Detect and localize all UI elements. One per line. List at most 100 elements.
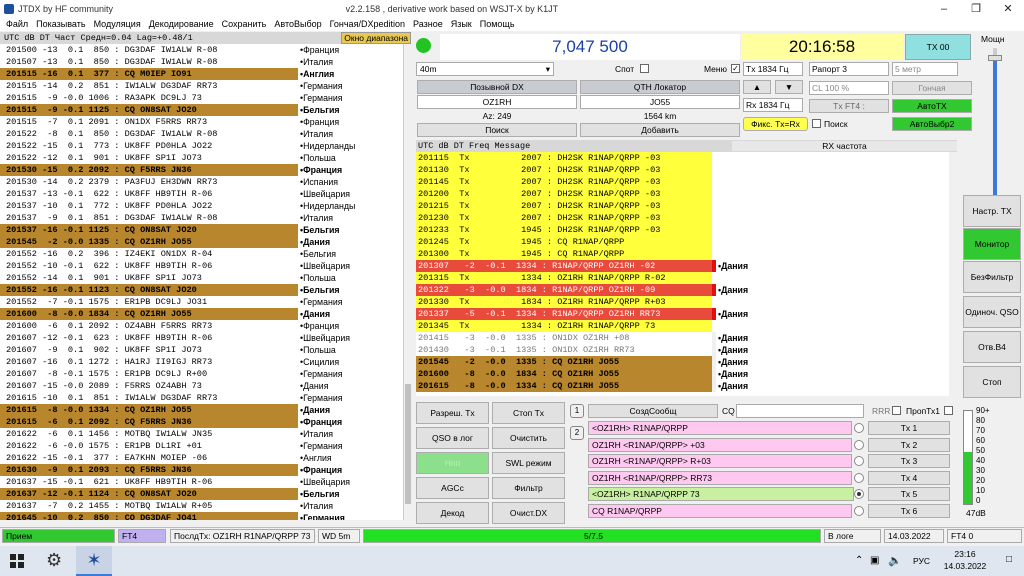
right-button[interactable]: Настр. TX	[963, 195, 1021, 227]
control-button[interactable]: SWL режим	[492, 452, 565, 474]
fix-tx-rx-button[interactable]: Фикс. Tx=Rx	[743, 117, 808, 131]
input-language[interactable]: РУС	[913, 556, 930, 566]
hound-button[interactable]: Гончая	[892, 81, 972, 95]
band-row[interactable]: 201515 -14 0.2 851 : IW1ALW DG3DAF RR73 •…	[0, 80, 403, 92]
control-button[interactable]: Декод	[416, 502, 489, 524]
tx-radio[interactable]	[854, 505, 864, 516]
traffic-row[interactable]: 201215 Tx 2007 : DH2SK R1NAP/QRPP -03	[416, 200, 957, 212]
band-row[interactable]: 201545 -2 -0.0 1335 : CQ OZ1RH JO55 •Дани…	[0, 236, 403, 248]
control-button[interactable]: Очист.DX	[492, 502, 565, 524]
tx-message-field[interactable]: OZ1RH <R1NAP/QRPP> +03	[588, 437, 852, 452]
tx-radio[interactable]	[854, 472, 864, 483]
tx-radio[interactable]	[854, 439, 864, 450]
tab-1[interactable]: 1	[570, 404, 584, 418]
jtdx-app-icon[interactable]: ✶	[76, 546, 112, 576]
rx-frequency-spinbox[interactable]: Rx 1834 Гц	[743, 98, 803, 112]
band-row[interactable]: 201622 -6 -0.0 1575 : ER1PB DL1RI +01 •Ге…	[0, 440, 403, 452]
traffic-row[interactable]: 201200 Tx 2007 : DH2SK R1NAP/QRPP -03	[416, 188, 957, 200]
tx-message-field[interactable]: <OZ1RH> R1NAP/QRPP 73	[588, 487, 854, 501]
tx-ft4-button[interactable]: Tx FT4 :	[809, 99, 889, 113]
traffic-row[interactable]: 201145 Tx 2007 : DH2SK R1NAP/QRPP -03	[416, 176, 957, 188]
generate-messages-button[interactable]: СоздСообщ	[588, 404, 718, 418]
tx-message-field[interactable]: OZ1RH <R1NAP/QRPP> R+03	[588, 454, 852, 468]
traffic-row[interactable]: 201330 Tx 1834 : OZ1RH R1NAP/QRPP R+03	[416, 296, 957, 308]
traffic-row[interactable]: 201322 -3 -0.0 1834 : R1NAP/QRPP OZ1RH -…	[416, 284, 957, 296]
band-select[interactable]: 40m ▾	[416, 62, 554, 76]
menu-item[interactable]: Показывать	[32, 19, 89, 29]
band-row[interactable]: 201522 -8 0.1 850 : DG3DAF IW1ALW R-08 •И…	[0, 128, 403, 140]
traffic-row[interactable]: 201245 Tx 1945 : CQ R1NAP/QRPP	[416, 236, 957, 248]
tray-date[interactable]: 14.03.2022	[936, 561, 994, 571]
traffic-row[interactable]: 201345 Tx 1334 : OZ1RH R1NAP/QRPP 73	[416, 320, 957, 332]
rx-frequency-list[interactable]: 201115 Tx 2007 : DH2SK R1NAP/QRPP -03 201…	[416, 152, 957, 396]
arrow-down-icon[interactable]: ▼	[775, 80, 803, 94]
band-row[interactable]: 201637 -12 -0.1 1124 : CQ ON8SAT JO20 •Бе…	[0, 488, 403, 500]
band-row[interactable]: 201530 -14 0.2 2379 : PA3FUJ EH3DWN RR73…	[0, 176, 403, 188]
band-row[interactable]: 201600 -6 0.1 2092 : OZ4ABH F5RRS RR73 •Ф…	[0, 320, 403, 332]
band-row[interactable]: 201630 -9 0.1 2093 : CQ F5RRS JN36 •Франц…	[0, 464, 403, 476]
band-row[interactable]: 201507 -13 0.1 850 : DG3DAF IW1ALW R-08 •…	[0, 56, 403, 68]
menu-item[interactable]: Гончая/DXpedition	[326, 19, 409, 29]
menu-item[interactable]: Сохранить	[218, 19, 271, 29]
right-button[interactable]: Отв.В4	[963, 331, 1021, 363]
control-button[interactable]: Фильтр	[492, 477, 565, 499]
tx-radio[interactable]	[854, 456, 864, 466]
band-row[interactable]: 201552 -16 0.2 396 : IZ4EKI ON1DX R-04 •Б…	[0, 248, 403, 260]
band-row[interactable]: 201515 -16 0.1 377 : CQ M0IEP IO91 •Англи…	[0, 68, 403, 80]
band-row[interactable]: 201515 -9 -0.0 1006 : RA3APK DC9LJ 73 •Ге…	[0, 92, 403, 104]
band-scrollbar[interactable]	[403, 44, 412, 520]
minimize-icon[interactable]: –	[928, 3, 960, 15]
tx-button[interactable]: Tx 1	[868, 421, 950, 435]
band-row[interactable]: 201622 -6 0.1 1456 : MOTBQ IW1ALW JN35 •И…	[0, 428, 403, 440]
menu-item[interactable]: АвтоВыбор	[270, 19, 325, 29]
tx-frequency-spinbox[interactable]: Tx 1834 Гц	[743, 62, 803, 76]
band-row[interactable]: 201600 -8 -0.0 1834 : CQ OZ1RH JO55 •Дани…	[0, 308, 403, 320]
band-row[interactable]: 201522 -12 0.1 901 : UK8FF SP1I JO73 •Пол…	[0, 152, 403, 164]
auto-select-button[interactable]: АвтоВыбр2	[892, 117, 972, 131]
tx-button[interactable]: Tx 6	[868, 503, 950, 518]
band-row[interactable]: 201515 -7 0.1 2091 : ON1DX F5RRS RR73 •Фр…	[0, 116, 403, 128]
close-icon[interactable]: ✕	[992, 2, 1024, 15]
menu-item[interactable]: Декодирование	[145, 19, 218, 29]
control-button[interactable]: Стоп Tx	[492, 402, 565, 424]
lookup-button[interactable]: Поиск	[417, 123, 577, 137]
control-button[interactable]: Разреш. Tx	[416, 402, 489, 424]
tx-button[interactable]: Tx 4	[868, 470, 950, 485]
traffic-row[interactable]: 201230 Tx 2007 : DH2SK R1NAP/QRPP -03	[416, 212, 957, 224]
band-row[interactable]: 201607 -9 0.1 902 : UK8FF SP1I JO73 •Поль…	[0, 344, 403, 356]
band-row[interactable]: 201637 -15 -0.1 621 : UK8FF HB9TIH R-06 •…	[0, 476, 403, 488]
band-row[interactable]: 201552 -7 -0.1 1575 : ER1PB DC9LJ JO31 •Г…	[0, 296, 403, 308]
notifications-icon[interactable]: □	[1006, 554, 1012, 565]
arrow-up-icon[interactable]: ▲	[743, 80, 771, 94]
dx-call-input[interactable]: OZ1RH	[417, 95, 577, 109]
band-row[interactable]: 201615 -10 0.1 851 : IW1ALW DG3DAF RR73 •…	[0, 392, 403, 404]
control-button[interactable]: QSO в лог	[416, 427, 489, 449]
band-activity-list[interactable]: 201500 -13 0.1 850 : DG3DAF IW1ALW R-08 •…	[0, 44, 403, 520]
band-row[interactable]: 201552 -16 -0.1 1123 : CQ ON8SAT JO20 •Бе…	[0, 284, 403, 296]
tx-button[interactable]: Tx 5	[868, 487, 950, 501]
tx-button[interactable]: Tx 2	[868, 437, 950, 452]
menu-item[interactable]: Модуляция	[90, 19, 145, 29]
band-row[interactable]: 201607 -15 -0.0 2089 : F5RRS OZ4ABH 73 •Д…	[0, 380, 403, 392]
band-row[interactable]: 201552 -10 -0.1 622 : UK8FF HB9TIH R-06 •…	[0, 260, 403, 272]
traffic-row[interactable]: 201430 -3 -0.1 1335 : ON1DX OZ1RH RR73 •Д…	[416, 344, 957, 356]
tx-message-field[interactable]: <OZ1RH> R1NAP/QRPP	[588, 421, 852, 435]
traffic-row[interactable]: 201337 -5 -0.1 1334 : R1NAP/QRPP OZ1RH R…	[416, 308, 957, 320]
control-button[interactable]: AGCc	[416, 477, 489, 499]
rrr-checkbox[interactable]	[892, 406, 901, 415]
menu-item[interactable]: Помощь	[476, 19, 519, 29]
band-row[interactable]: 201622 -15 -0.1 377 : EA7KHN MOIEP -06 •А…	[0, 452, 403, 464]
traffic-row[interactable]: 201233 Tx 1945 : DH2SK R1NAP/QRPP -03	[416, 224, 957, 236]
band-row[interactable]: 201637 -7 0.2 1455 : MOTBQ IW1ALW R+05 •И…	[0, 500, 403, 512]
traffic-row[interactable]: 201415 -3 -0.0 1335 : ON1DX OZ1RH +08 •Да…	[416, 332, 957, 344]
menu-item[interactable]: Язык	[447, 19, 476, 29]
control-button[interactable]: Нпп	[416, 452, 489, 474]
dx-locator-input[interactable]: JO55	[580, 95, 740, 109]
maximize-icon[interactable]: ❐	[960, 2, 992, 15]
volume-icon[interactable]: 🔈	[888, 554, 902, 567]
band-row[interactable]: 201645 -10 0.2 850 : CQ DG3DAF JO41 •Герм…	[0, 512, 403, 520]
control-button[interactable]: Очистить	[492, 427, 565, 449]
band-row[interactable]: 201607 -16 0.1 1272 : HA1RJ II9IGJ RR73 •…	[0, 356, 403, 368]
band-row[interactable]: 201537 -9 0.1 851 : DG3DAF IW1ALW R-08 •И…	[0, 212, 403, 224]
right-button[interactable]: БезФильтр	[963, 261, 1021, 293]
